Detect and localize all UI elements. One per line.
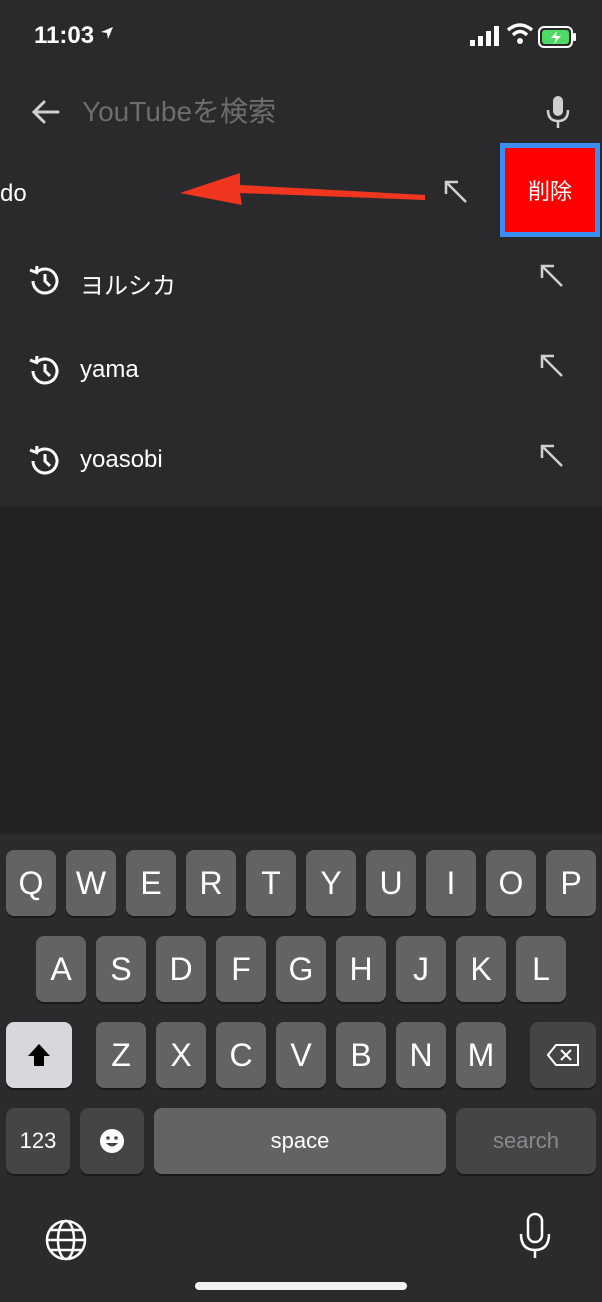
globe-icon[interactable] bbox=[44, 1218, 88, 1262]
search-key[interactable]: search bbox=[456, 1108, 596, 1174]
key-n[interactable]: N bbox=[396, 1022, 446, 1088]
swipe-left-annotation-arrow bbox=[180, 173, 425, 205]
key-r[interactable]: R bbox=[186, 850, 236, 916]
key-e[interactable]: E bbox=[126, 850, 176, 916]
back-arrow-icon[interactable] bbox=[24, 90, 68, 134]
backspace-key[interactable] bbox=[530, 1022, 596, 1088]
key-x[interactable]: X bbox=[156, 1022, 206, 1088]
cellular-signal-icon bbox=[470, 26, 499, 46]
key-k[interactable]: K bbox=[456, 936, 506, 1002]
fill-query-arrow-icon[interactable] bbox=[436, 172, 476, 212]
history-clock-icon bbox=[29, 445, 59, 475]
key-w[interactable]: W bbox=[66, 850, 116, 916]
key-c[interactable]: C bbox=[216, 1022, 266, 1088]
history-item-label: ヨルシカ bbox=[80, 273, 176, 300]
delete-button[interactable]: 削除 bbox=[500, 143, 600, 237]
delete-button-label: 削除 bbox=[505, 148, 595, 232]
emoji-key[interactable] bbox=[80, 1108, 144, 1174]
home-indicator[interactable] bbox=[195, 1282, 407, 1290]
key-m[interactable]: M bbox=[456, 1022, 506, 1088]
history-clock-icon bbox=[29, 265, 59, 295]
key-h[interactable]: H bbox=[336, 936, 386, 1002]
dictation-microphone-icon[interactable] bbox=[518, 1212, 552, 1262]
search-input[interactable] bbox=[80, 86, 484, 138]
fill-query-arrow-icon[interactable] bbox=[532, 346, 572, 386]
key-p[interactable]: P bbox=[546, 850, 596, 916]
wifi-icon bbox=[506, 23, 534, 44]
fill-query-arrow-icon[interactable] bbox=[532, 436, 572, 476]
status-bar: 11:03 bbox=[0, 0, 602, 76]
history-item[interactable]: yama bbox=[0, 326, 602, 416]
history-item[interactable]: ヨルシカ bbox=[0, 236, 602, 326]
key-z[interactable]: Z bbox=[96, 1022, 146, 1088]
key-l[interactable]: L bbox=[516, 936, 566, 1002]
location-arrow-icon bbox=[101, 27, 113, 39]
history-clock-icon bbox=[29, 355, 59, 385]
key-s[interactable]: S bbox=[96, 936, 146, 1002]
shift-arrow-icon bbox=[28, 1044, 50, 1066]
history-item-label: yoasobi bbox=[80, 446, 163, 473]
key-q[interactable]: Q bbox=[6, 850, 56, 916]
key-b[interactable]: B bbox=[336, 1022, 386, 1088]
key-t[interactable]: T bbox=[246, 850, 296, 916]
key-g[interactable]: G bbox=[276, 936, 326, 1002]
key-v[interactable]: V bbox=[276, 1022, 326, 1088]
space-key[interactable]: space bbox=[154, 1108, 446, 1174]
keyboard: Q W E R T Y U I O P A S D F G H J K L Z … bbox=[0, 834, 602, 1302]
backspace-icon bbox=[546, 1044, 579, 1066]
key-d[interactable]: D bbox=[156, 936, 206, 1002]
status-time: 11:03 bbox=[34, 22, 95, 49]
key-y[interactable]: Y bbox=[306, 850, 356, 916]
key-o[interactable]: O bbox=[486, 850, 536, 916]
search-header bbox=[0, 76, 602, 147]
history-item-label: yama bbox=[80, 356, 139, 383]
microphone-icon[interactable] bbox=[538, 90, 578, 134]
shift-key[interactable] bbox=[6, 1022, 72, 1088]
key-u[interactable]: U bbox=[366, 850, 416, 916]
numbers-key[interactable]: 123 bbox=[6, 1108, 70, 1174]
key-i[interactable]: I bbox=[426, 850, 476, 916]
history-item[interactable]: yoasobi bbox=[0, 416, 602, 506]
key-a[interactable]: A bbox=[36, 936, 86, 1002]
key-j[interactable]: J bbox=[396, 936, 446, 1002]
fill-query-arrow-icon[interactable] bbox=[532, 256, 572, 296]
battery-icon bbox=[538, 26, 576, 48]
key-f[interactable]: F bbox=[216, 936, 266, 1002]
history-item-label: do bbox=[0, 180, 27, 207]
emoji-icon bbox=[100, 1129, 124, 1153]
